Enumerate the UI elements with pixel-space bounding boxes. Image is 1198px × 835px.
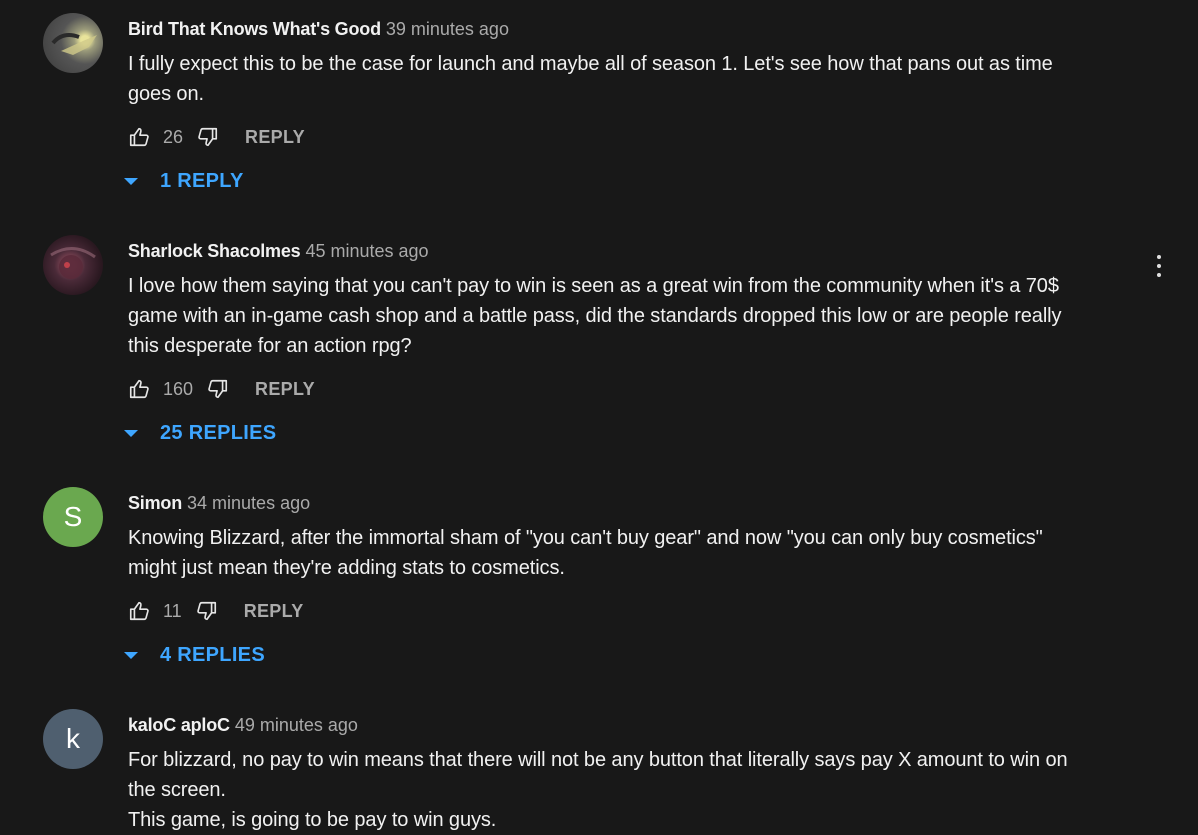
- caret-down-icon: [124, 652, 138, 659]
- view-replies-button[interactable]: 25 REPLIES: [124, 422, 276, 445]
- avatar-letter: S: [63, 501, 83, 532]
- replies-label: 1 REPLY: [160, 170, 244, 192]
- comment-header: Sharlock Shacolmes 45 minutes ago: [128, 239, 429, 263]
- avatar-letter: k: [66, 723, 80, 754]
- more-vertical-icon[interactable]: [1151, 255, 1167, 279]
- comment-actions: 160 REPLY: [128, 377, 315, 401]
- thumb-down-icon[interactable]: [207, 378, 229, 400]
- comment-header: Bird That Knows What's Good 39 minutes ag…: [128, 17, 509, 41]
- caret-down-icon: [124, 178, 138, 185]
- comment-line: I fully expect this to be the case for l…: [128, 53, 1053, 75]
- comment-text: I fully expect this to be the case for l…: [128, 49, 1128, 109]
- like-count: 160: [163, 378, 194, 399]
- comment-line: For blizzard, no pay to win means that t…: [128, 749, 1068, 771]
- bird-avatar-icon: [51, 33, 97, 55]
- thumb-down-icon[interactable]: [196, 600, 218, 622]
- replies-label: 25 REPLIES: [160, 422, 277, 444]
- comment-line: might just mean they're adding stats to …: [128, 557, 565, 579]
- comment-line: this desperate for an action rpg?: [128, 335, 412, 357]
- author-name[interactable]: Simon: [128, 493, 182, 513]
- comment-line: I love how them saying that you can't pa…: [128, 275, 1059, 297]
- caret-down-icon: [124, 430, 138, 437]
- comment-time[interactable]: 45 minutes ago: [305, 241, 428, 261]
- comment-text: For blizzard, no pay to win means that t…: [128, 745, 1128, 835]
- comment-time[interactable]: 49 minutes ago: [235, 715, 358, 735]
- avatar[interactable]: [43, 13, 103, 73]
- replies-label: 4 REPLIES: [160, 644, 265, 666]
- author-name[interactable]: Bird That Knows What's Good: [128, 19, 381, 39]
- thumb-up-icon[interactable]: [128, 126, 150, 148]
- reply-button[interactable]: REPLY: [245, 127, 305, 148]
- like-count: 26: [163, 126, 184, 147]
- comment-time[interactable]: 39 minutes ago: [386, 19, 509, 39]
- comment-line: This game, is going to be pay to win guy…: [128, 809, 497, 831]
- view-replies-button[interactable]: 1 REPLY: [124, 170, 244, 193]
- author-name[interactable]: Sharlock Shacolmes: [128, 241, 301, 261]
- comment-line: the screen.: [128, 779, 226, 801]
- comment-time[interactable]: 34 minutes ago: [187, 493, 310, 513]
- comment-header: kaloC aploC 49 minutes ago: [128, 713, 358, 737]
- dark-creature-avatar-icon: [50, 247, 96, 279]
- comment-line: Knowing Blizzard, after the immortal sha…: [128, 527, 1043, 549]
- comment-text: I love how them saying that you can't pa…: [128, 271, 1128, 361]
- comment-actions: 11 REPLY: [128, 599, 304, 623]
- thumb-down-icon[interactable]: [197, 126, 219, 148]
- thumb-up-icon[interactable]: [128, 378, 150, 400]
- reply-button[interactable]: REPLY: [255, 379, 315, 400]
- author-name[interactable]: kaloC aploC: [128, 715, 230, 735]
- like-count: 11: [163, 600, 182, 621]
- avatar[interactable]: S: [43, 487, 103, 547]
- comment-header: Simon 34 minutes ago: [128, 491, 310, 515]
- comment-text: Knowing Blizzard, after the immortal sha…: [128, 523, 1128, 583]
- thumb-up-icon[interactable]: [128, 600, 150, 622]
- comment-line: goes on.: [128, 83, 204, 105]
- comment-actions: 26 REPLY: [128, 125, 305, 149]
- avatar[interactable]: [43, 235, 103, 295]
- comment-line: game with an in-game cash shop and a bat…: [128, 305, 1062, 327]
- view-replies-button[interactable]: 4 REPLIES: [124, 644, 265, 667]
- reply-button[interactable]: REPLY: [244, 601, 304, 622]
- avatar[interactable]: k: [43, 709, 103, 769]
